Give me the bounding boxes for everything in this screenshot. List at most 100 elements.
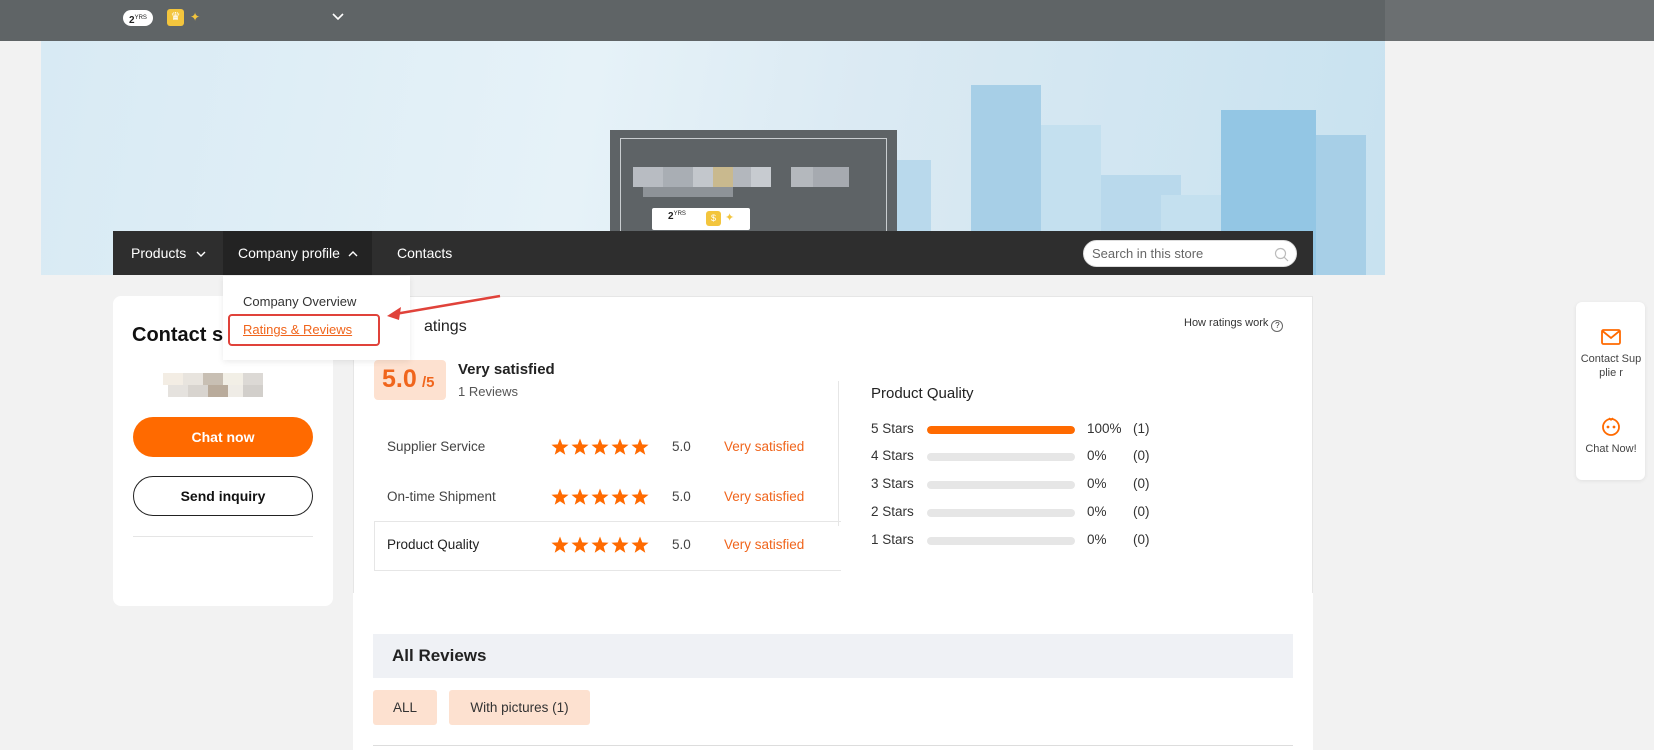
- chevron-down-icon[interactable]: [330, 9, 346, 25]
- distribution-fill: [927, 426, 1075, 434]
- star-icon: [611, 438, 629, 455]
- blurred-logo: [693, 167, 713, 187]
- rating-row-supplier-service: Supplier Service 5.0 Very satisfied: [374, 423, 841, 473]
- crown-icon: $: [706, 211, 721, 226]
- supplier-avatar: [163, 373, 263, 397]
- nav-company-profile-label: Company profile: [238, 245, 340, 261]
- chat-now-label[interactable]: Chat Now!: [1580, 442, 1642, 456]
- distribution-row: 2 Stars 0% (0): [871, 503, 1201, 523]
- ratings-panel: atings How ratings work? 5.0 /5 Very sat…: [353, 296, 1313, 750]
- how-ratings-label: How ratings work: [1184, 317, 1269, 329]
- distribution-pct: 0%: [1087, 532, 1107, 547]
- filter-all-button[interactable]: ALL: [373, 690, 437, 725]
- contact-title: Contact s: [132, 324, 224, 346]
- send-inquiry-button[interactable]: Send inquiry: [133, 476, 313, 516]
- banner-building: [1316, 135, 1366, 275]
- review-count: 1 Reviews: [458, 384, 518, 399]
- star-rating: [551, 488, 649, 505]
- rating-status: Very satisfied: [724, 537, 805, 552]
- distribution-label: 5 Stars: [871, 421, 914, 436]
- search-icon[interactable]: [1274, 247, 1289, 262]
- top-bar: 2YRS ♛ ✦: [0, 0, 1654, 41]
- nav-products[interactable]: Products: [131, 231, 206, 275]
- rating-score: 5.0: [672, 489, 691, 504]
- crown-icon: ♛: [167, 9, 184, 26]
- distribution-bar: [927, 453, 1075, 461]
- nav-contacts[interactable]: Contacts: [397, 231, 452, 275]
- distribution-bar: [927, 426, 1075, 434]
- blurred-logo: [751, 167, 771, 187]
- rating-label: Product Quality: [387, 537, 480, 552]
- years-badge: 2YRS: [123, 10, 153, 26]
- handshake-icon: ✦: [725, 212, 735, 224]
- chat-now-button[interactable]: Chat now: [133, 417, 313, 457]
- rating-status: Very satisfied: [724, 489, 805, 504]
- annotation-arrow-icon: [387, 294, 501, 320]
- handshake-icon: ✦: [190, 10, 201, 24]
- blurred-logo: [663, 167, 693, 187]
- distribution-count: (0): [1133, 448, 1150, 463]
- blurred-logo: [633, 167, 663, 187]
- star-icon: [551, 488, 569, 505]
- star-icon: [631, 438, 649, 455]
- rating-label: On-time Shipment: [387, 489, 496, 504]
- rating-score: 5.0: [672, 439, 691, 454]
- blurred-logo: [713, 167, 733, 187]
- star-icon: [591, 438, 609, 455]
- distribution-pct: 0%: [1087, 476, 1107, 491]
- chevron-up-icon: [348, 251, 358, 257]
- all-reviews-header: All Reviews: [373, 634, 1293, 678]
- distribution-count: (0): [1133, 532, 1150, 547]
- distribution-bar: [927, 481, 1075, 489]
- star-icon: [631, 536, 649, 553]
- rating-row-product-quality[interactable]: Product Quality 5.0 Very satisfied: [374, 521, 841, 571]
- distribution-count: (0): [1133, 504, 1150, 519]
- distribution-row: 1 Stars 0% (0): [871, 531, 1201, 551]
- distribution-label: 3 Stars: [871, 476, 914, 491]
- years-suffix: YRS: [673, 211, 686, 217]
- years-suffix: YRS: [134, 15, 147, 21]
- star-icon: [571, 438, 589, 455]
- star-rating: [551, 438, 649, 455]
- overall-score: 5.0 /5: [374, 360, 446, 400]
- dropdown-company-overview[interactable]: Company Overview: [243, 294, 356, 309]
- how-ratings-work-link[interactable]: How ratings work?: [1184, 317, 1284, 332]
- years-badge: 2YRS $ ✦: [652, 208, 750, 230]
- blurred-logo: [733, 167, 751, 187]
- divider: [838, 381, 839, 526]
- filter-with-pictures-button[interactable]: With pictures (1): [449, 690, 590, 725]
- divider: [373, 745, 1293, 746]
- distribution-pct: 100%: [1087, 421, 1122, 436]
- star-icon: [631, 488, 649, 505]
- star-icon: [591, 488, 609, 505]
- star-icon: [571, 536, 589, 553]
- star-icon: [611, 488, 629, 505]
- rating-label: Supplier Service: [387, 439, 486, 454]
- rating-status: Very satisfied: [724, 439, 805, 454]
- nav-company-profile[interactable]: Company profile: [223, 231, 372, 275]
- divider: [133, 536, 313, 537]
- star-icon: [551, 536, 569, 553]
- mail-icon[interactable]: [1600, 326, 1622, 348]
- distribution-bar: [927, 509, 1075, 517]
- chevron-down-icon: [196, 251, 206, 258]
- distribution-row: 4 Stars 0% (0): [871, 447, 1201, 467]
- distribution-count: (1): [1133, 421, 1150, 436]
- distribution-pct: 0%: [1087, 448, 1107, 463]
- blurred-logo: [813, 167, 849, 187]
- contact-supplier-label[interactable]: Contact Supplie r: [1580, 352, 1642, 380]
- all-reviews-title: All Reviews: [392, 646, 487, 665]
- search-input[interactable]: [1092, 244, 1267, 263]
- star-icon: [571, 488, 589, 505]
- distribution-label: 4 Stars: [871, 448, 914, 463]
- star-rating: [551, 536, 649, 553]
- distribution-row: 5 Stars 100% (1): [871, 420, 1201, 440]
- floating-contact-panel: Contact Supplie r Chat Now!: [1576, 302, 1645, 480]
- chat-bot-icon[interactable]: [1600, 415, 1622, 437]
- question-icon: ?: [1271, 320, 1284, 332]
- store-logo-frame: 2YRS $ ✦: [620, 138, 887, 241]
- dropdown-ratings-reviews[interactable]: Ratings & Reviews: [243, 322, 352, 337]
- distribution-label: 2 Stars: [871, 504, 914, 519]
- product-quality-title: Product Quality: [871, 385, 974, 402]
- star-icon: [591, 536, 609, 553]
